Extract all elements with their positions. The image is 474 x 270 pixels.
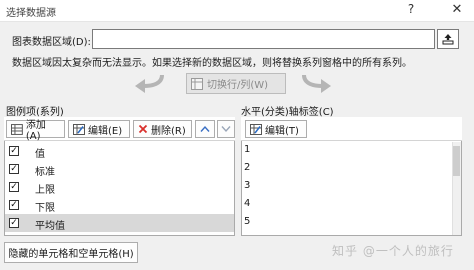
series-name: 值 [35,149,45,160]
add-series-button[interactable]: 添加(A) [6,120,65,142]
series-checkbox[interactable]: ✓ [9,200,19,210]
series-checkbox[interactable]: ✓ [9,182,19,192]
edit-axis-labels-button[interactable]: 编辑(T) [245,120,307,138]
axis-labels-list: 1 2 3 4 5 [241,141,451,236]
watermark-text: 知乎 @一个人的旅行 [332,244,454,258]
series-name: 上限 [35,185,55,196]
series-item[interactable]: ✓ 上限 [5,178,234,196]
delete-series-label: 删除(R) [151,125,186,137]
collapse-dialog-button[interactable] [437,29,459,49]
axis-toolbar: 编辑(T) [241,117,462,141]
add-grid-icon [11,123,23,135]
series-name: 标准 [35,167,55,178]
series-item-selected[interactable]: ✓ 平均值 [5,214,234,232]
chart-data-range-input[interactable] [92,29,435,49]
delete-x-icon [138,124,148,134]
delete-series-button[interactable]: 删除(R) [133,120,192,138]
series-name: 平均值 [35,221,65,232]
edit-grid-icon [73,123,85,135]
chevron-up-icon [200,125,210,132]
series-item[interactable]: ✓ 标准 [5,160,234,178]
series-list: ✓ 值 ✓ 标准 ✓ 上限 ✓ 下限 ✓ 平均值 [4,141,235,236]
edit-axis-labels-label: 编辑(T) [265,125,299,137]
series-item[interactable]: ✓ 值 [5,142,234,160]
switch-row-column-button[interactable]: 切换行/列(W) [186,73,286,94]
axis-label-item[interactable]: 5 [244,216,250,227]
chevron-down-icon [221,126,231,133]
close-button[interactable]: ✕ [446,2,468,20]
series-item[interactable]: ✓ 下限 [5,196,234,214]
switch-row-column-icon [191,77,203,90]
edit-series-label: 编辑(E) [88,125,123,137]
axis-label-item[interactable]: 2 [244,162,250,173]
edit-grid-icon [250,123,262,135]
switch-row-column-label: 切换行/列(W) [207,80,269,91]
axis-labels-label: 水平(分类)轴标签(C) [241,107,334,118]
series-name: 下限 [35,203,55,214]
series-checkbox[interactable]: ✓ [9,164,19,174]
move-down-button[interactable] [217,120,235,138]
curved-arrow-left-icon [135,74,164,93]
series-checkbox[interactable]: ✓ [9,218,19,228]
help-button[interactable]: ? [400,2,422,20]
scrollbar-thumb[interactable] [453,146,460,176]
collapse-range-icon [442,34,454,45]
axis-label-item[interactable]: 3 [244,180,250,191]
axis-label-item[interactable]: 4 [244,198,250,209]
axis-label-item[interactable]: 1 [244,144,250,155]
hidden-empty-cells-button[interactable]: 隐藏的单元格和空单元格(H) [4,242,138,263]
edit-series-button[interactable]: 编辑(E) [68,120,130,138]
series-checkbox[interactable]: ✓ [9,146,19,156]
add-series-label: 添加(A) [25,120,46,142]
range-info-text: 数据区域因太复杂而无法显示。如果选择新的数据区域，则将替换系列窗格中的所有系列。 [12,58,412,69]
legend-toolbar: 添加(A) 编辑(E) 删除(R) [4,117,235,142]
move-up-button[interactable] [195,120,215,138]
window-title: 选择数据源 [6,8,56,19]
chart-data-range-label: 图表数据区域(D): [12,37,91,48]
curved-arrow-right-icon [302,74,331,93]
